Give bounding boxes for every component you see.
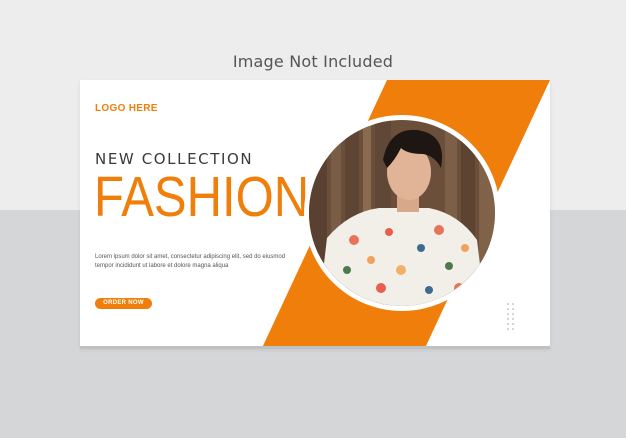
dot-grid-icon (507, 303, 514, 330)
fashion-headline: FASHION (94, 165, 310, 229)
model-photo (309, 120, 495, 306)
logo-text: LOGO HERE (95, 103, 158, 114)
fashion-banner: LOGO HERE NEW COLLECTION FASHION Lorem i… (80, 80, 550, 348)
body-text: Lorem ipsum dolor sit amet, consectetur … (95, 253, 305, 270)
banner-bottom-edge (80, 346, 550, 349)
order-now-button[interactable]: ORDER NOW (95, 298, 152, 309)
person-photo-icon (309, 120, 495, 306)
body-text-line-1: Lorem ipsum dolor sit amet, consectetur … (95, 254, 286, 260)
body-text-line-2: tempor incididunt ut labore et dolore ma… (95, 262, 229, 269)
image-not-included-note: Image Not Included (232, 52, 394, 71)
